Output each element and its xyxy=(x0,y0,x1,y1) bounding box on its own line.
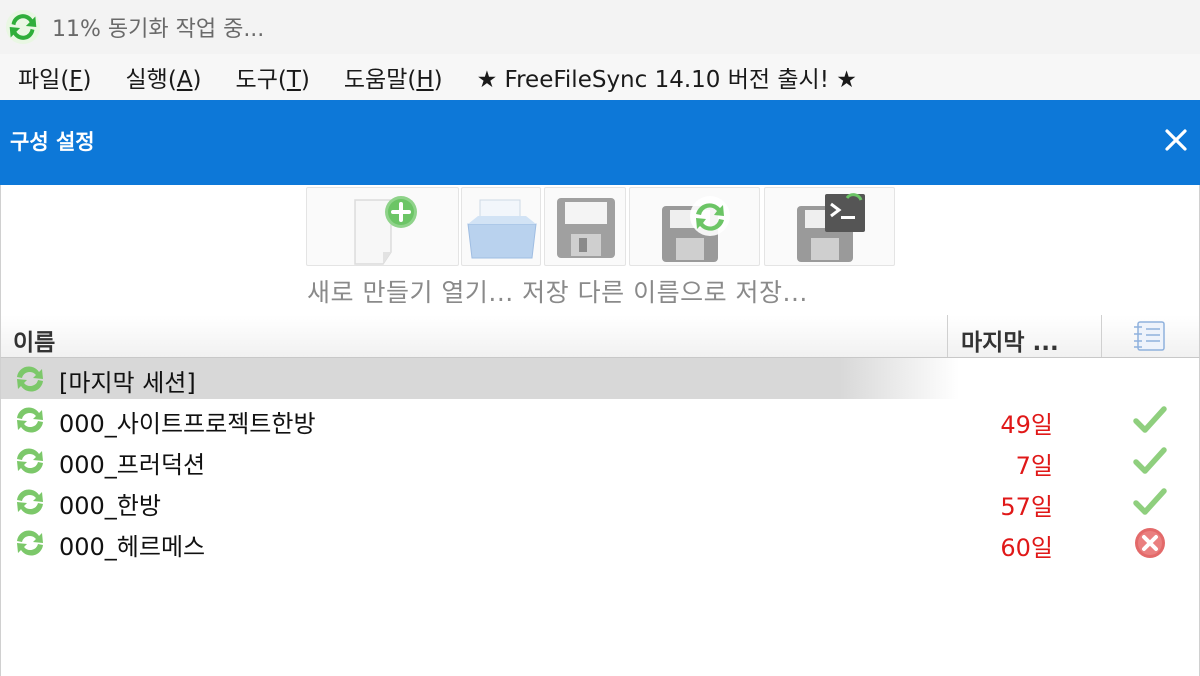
last-sync-days: 57일 xyxy=(1000,493,1053,521)
sync-config-icon xyxy=(17,530,43,556)
success-check-icon xyxy=(1133,488,1167,515)
save-as-icon xyxy=(662,196,730,262)
success-check-icon xyxy=(1133,447,1167,474)
save-as-batch-icon xyxy=(797,193,865,262)
config-name: [마지막 세션] xyxy=(59,369,196,397)
menu-bar: 파일(F) 실행(A) 도구(T) 도움말(H) ★ FreeFileSync … xyxy=(0,54,1200,100)
save-config-button[interactable] xyxy=(544,187,626,266)
column-divider[interactable] xyxy=(947,315,948,357)
config-list-item[interactable]: 000_헤르메스 60일 xyxy=(1,522,1199,563)
open-config-button[interactable] xyxy=(461,187,541,266)
menu-file[interactable]: 파일(F) xyxy=(18,60,92,94)
last-sync-days: 7일 xyxy=(1015,452,1053,480)
column-header-name[interactable]: 이름 xyxy=(13,323,55,357)
column-header-last-sync[interactable]: 마지막 ... xyxy=(961,323,1059,357)
menu-help[interactable]: 도움말(H) xyxy=(344,60,443,94)
open-folder-icon xyxy=(467,199,537,259)
menu-tools[interactable]: 도구(T) xyxy=(236,60,310,94)
window-title: 11% 동기화 작업 중... xyxy=(52,17,265,42)
error-icon xyxy=(1135,528,1165,558)
config-list-header: 이름 마지막 ... xyxy=(0,315,1200,358)
sync-config-icon xyxy=(17,489,43,515)
config-name: 000_프러덕션 xyxy=(59,451,206,479)
close-icon[interactable] xyxy=(1158,122,1194,158)
success-check-icon xyxy=(1133,406,1167,433)
config-name: 000_사이트프로젝트한방 xyxy=(59,410,316,438)
save-icon xyxy=(557,198,615,258)
config-panel-header: 구성 설정 xyxy=(0,100,1200,185)
sync-config-icon xyxy=(17,366,43,392)
config-list-item[interactable]: 000_프러덕션 7일 xyxy=(1,440,1199,481)
toolbar-labels: 새로 만들기 열기... 저장 다른 이름으로 저장... xyxy=(307,278,808,307)
config-name: 000_한방 xyxy=(59,492,161,520)
config-name: 000_헤르메스 xyxy=(59,533,206,561)
save-as-batch-button[interactable] xyxy=(764,187,895,266)
title-bar: 11% 동기화 작업 중... xyxy=(0,0,1200,54)
sync-config-icon xyxy=(17,407,43,433)
config-list-item[interactable]: [마지막 세션] xyxy=(1,358,1199,399)
menu-run[interactable]: 실행(A) xyxy=(126,60,202,94)
config-list: [마지막 세션] 000_사이트프로젝트한방 49일 000_프러덕션 7일 000_한방… xyxy=(0,358,1200,676)
new-version-link[interactable]: ★ FreeFileSync 14.10 버전 출시! ★ xyxy=(477,60,857,94)
panel-title: 구성 설정 xyxy=(10,130,95,154)
save-as-button[interactable] xyxy=(629,187,760,266)
config-list-item[interactable]: 000_사이트프로젝트한방 49일 xyxy=(1,399,1199,440)
config-list-item[interactable]: 000_한방 57일 xyxy=(1,481,1199,522)
sync-icon xyxy=(5,9,41,45)
last-sync-days: 49일 xyxy=(1000,411,1053,439)
last-sync-days: 60일 xyxy=(1000,534,1053,562)
new-file-icon xyxy=(354,196,417,265)
column-divider[interactable] xyxy=(1101,315,1102,357)
sync-config-icon xyxy=(17,448,43,474)
config-toolbar: 새로 만들기 열기... 저장 다른 이름으로 저장... xyxy=(0,185,1200,315)
new-config-button[interactable] xyxy=(306,187,459,266)
column-options-icon[interactable] xyxy=(1132,319,1168,353)
